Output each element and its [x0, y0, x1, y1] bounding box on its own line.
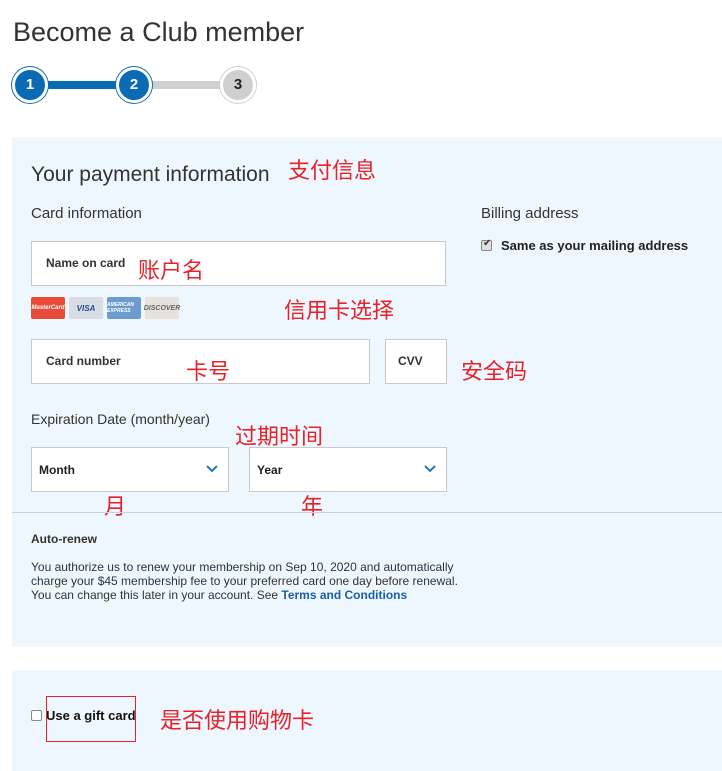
terms-and-conditions-link[interactable]: Terms and Conditions — [281, 588, 407, 602]
chevron-down-icon — [424, 465, 436, 473]
cvv-input[interactable]: CVV — [385, 339, 447, 384]
cvv-label: CVV — [398, 354, 423, 368]
check-icon: ✔ — [483, 238, 492, 249]
step-2: 2 — [116, 67, 152, 103]
auto-renew-line-2: charge your $45 membership fee to your p… — [31, 574, 458, 588]
annotation-card-select: 信用卡选择 — [284, 299, 395, 324]
gift-card-checkbox[interactable] — [31, 710, 42, 721]
progress-stepper: 1 2 3 — [12, 67, 258, 103]
mastercard-icon[interactable]: MasterCard — [31, 297, 65, 319]
auto-renew-title: Auto-renew — [31, 532, 97, 546]
billing-address-label: Billing address — [481, 205, 579, 222]
step-3: 3 — [220, 67, 256, 103]
annotation-security-code: 安全码 — [461, 360, 528, 385]
payment-section-title: Your payment information — [31, 163, 270, 186]
auto-renew-line-1: You authorize us to renew your membershi… — [31, 560, 454, 574]
name-on-card-input[interactable]: Name on card — [31, 241, 446, 286]
month-select[interactable]: Month — [31, 447, 229, 492]
step-1: 1 — [12, 67, 48, 103]
card-brand-icon-b[interactable] — [221, 297, 255, 319]
same-as-mailing-checkbox[interactable]: ✔ — [481, 238, 492, 251]
discover-icon[interactable]: DISCOVER — [144, 297, 180, 319]
annotation-card-number: 卡号 — [186, 360, 231, 385]
year-select-value: Year — [257, 463, 283, 477]
auto-renew-line-3-text: You can change this later in your accoun… — [31, 588, 282, 602]
card-logos: MasterCard VISA AMERICAN EXPRESS DISCOVE… — [31, 297, 255, 319]
visa-icon[interactable]: VISA — [69, 297, 103, 319]
card-information-label: Card information — [31, 205, 142, 222]
chevron-down-icon — [206, 465, 218, 473]
annotation-account-name: 账户名 — [138, 259, 205, 284]
page-title: Become a Club member — [13, 17, 305, 47]
expiration-date-label: Expiration Date (month/year) — [31, 411, 210, 427]
amex-icon[interactable]: AMERICAN EXPRESS — [107, 297, 141, 319]
section-divider — [12, 512, 722, 513]
auto-renew-line-3: You can change this later in your accoun… — [31, 588, 491, 602]
card-brand-icon-a[interactable] — [183, 297, 217, 319]
card-number-label: Card number — [46, 354, 121, 368]
month-select-value: Month — [39, 463, 75, 477]
name-on-card-label: Name on card — [46, 256, 126, 270]
annotation-use-gift-card: 是否使用购物卡 — [160, 709, 315, 734]
auto-renew-description: You authorize us to renew your membershi… — [31, 560, 491, 602]
year-select[interactable]: Year — [249, 447, 447, 492]
annotation-payment-info: 支付信息 — [288, 159, 377, 184]
annotation-year: 年 — [301, 495, 324, 520]
same-as-mailing-label[interactable]: Same as your mailing address — [501, 238, 688, 253]
annotation-highlight-box — [46, 696, 136, 742]
annotation-month: 月 — [104, 495, 127, 520]
